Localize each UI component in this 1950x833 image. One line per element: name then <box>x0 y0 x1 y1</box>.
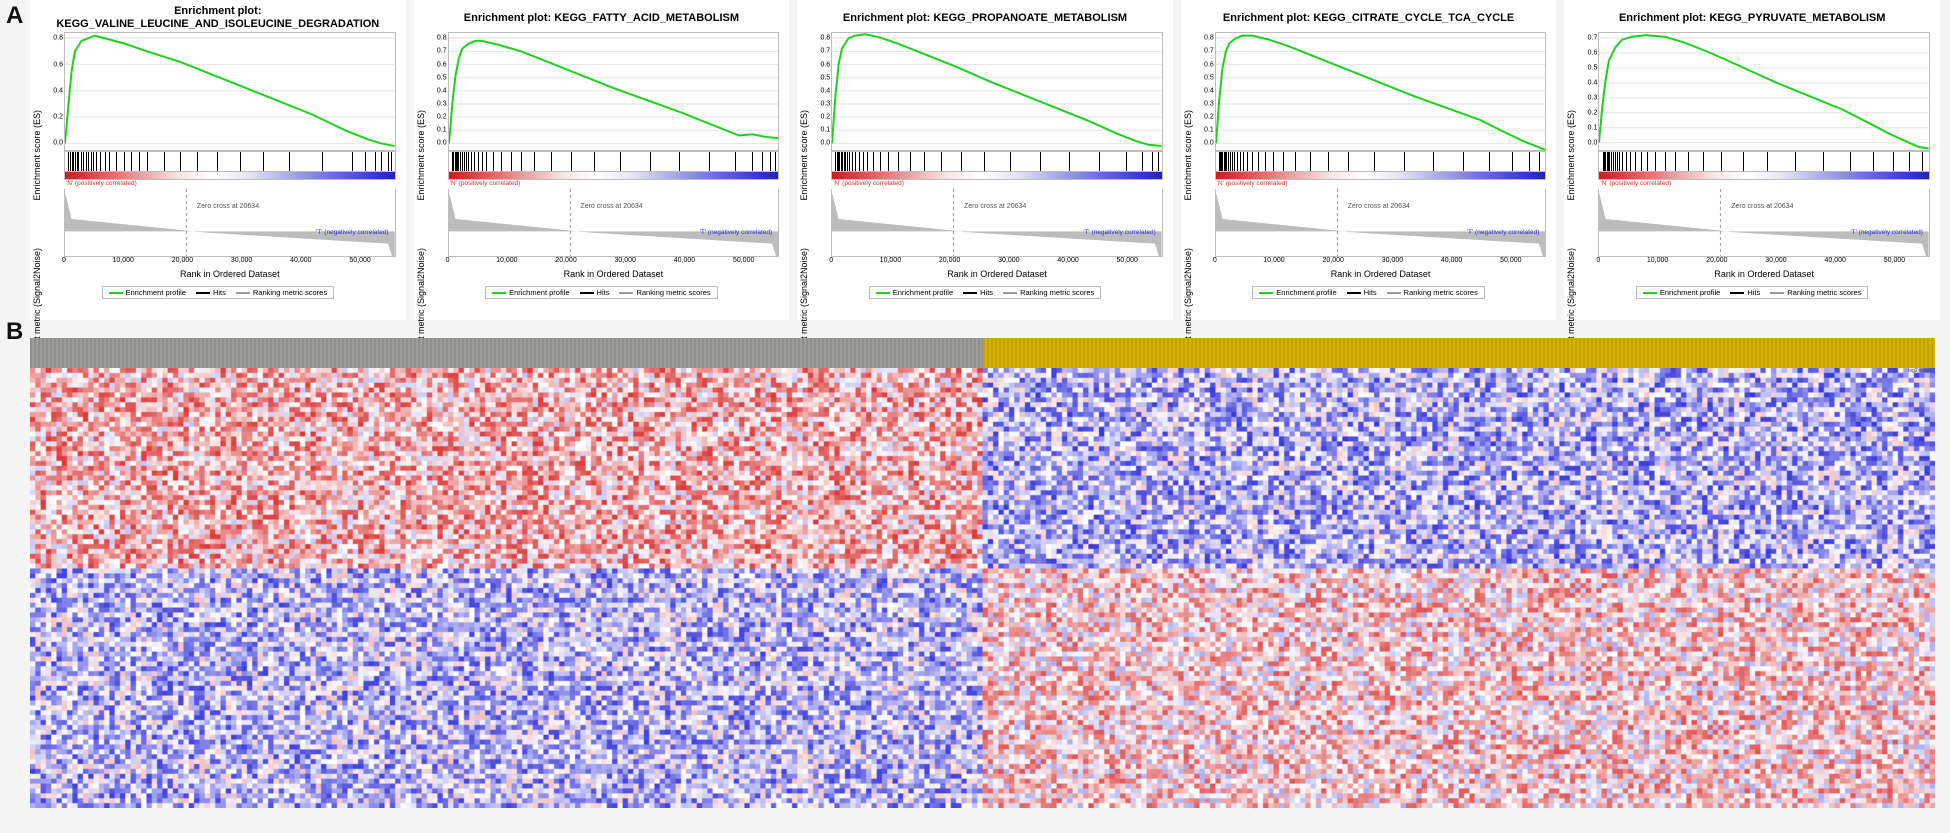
gsea-legend: Enrichment profileHitsRanking metric sco… <box>485 286 718 299</box>
es-ylabel: Enrichment score (ES) <box>32 110 42 201</box>
x-label: Rank in Ordered Dataset <box>831 269 1163 279</box>
x-label: Rank in Ordered Dataset <box>64 269 396 279</box>
gsea-stack: 0.00.10.20.30.40.50.60.70.8 'N' (positive… <box>448 32 780 282</box>
gsea-stack: 0.00.10.20.30.40.50.60.70.8 'N' (positive… <box>1215 32 1547 282</box>
gsea-title: Enrichment plot: KEGG_CITRATE_CYCLE_TCA_… <box>1187 4 1551 32</box>
x-ticks: 010,00020,00030,00040,00050,000 <box>1215 257 1547 269</box>
pos-corr-label: 'N' (positively correlated) <box>64 180 396 189</box>
x-ticks: 010,00020,00030,00040,00050,000 <box>1598 257 1930 269</box>
es-ylabel: Enrichment score (ES) <box>799 110 809 201</box>
neg-corr-label: 'T' (negatively correlated) <box>1465 229 1542 238</box>
pos-corr-label: 'N' (positively correlated) <box>831 180 1163 189</box>
x-ticks: 010,00020,00030,00040,00050,000 <box>64 257 396 269</box>
neg-corr-label: 'T' (negatively correlated) <box>1848 229 1925 238</box>
es-area: 0.00.20.40.60.8 <box>64 32 396 152</box>
x-label: Rank in Ordered Dataset <box>448 269 780 279</box>
es-ylabel: Enrichment score (ES) <box>1183 110 1193 201</box>
gsea-stack: 0.00.10.20.30.40.50.60.70.8 'N' (positive… <box>831 32 1163 282</box>
heatmap-canvas <box>30 368 1935 808</box>
es-area: 0.00.10.20.30.40.50.60.70.8 <box>831 32 1163 152</box>
x-ticks: 010,00020,00030,00040,00050,000 <box>448 257 780 269</box>
panel-b-label: B <box>6 318 23 346</box>
rank-area: Zero cross at 20634 'T' (negatively corre… <box>64 189 396 257</box>
neg-corr-label: 'T' (negatively correlated) <box>314 229 391 238</box>
gsea-title: Enrichment plot: KEGG_FATTY_ACID_METABOL… <box>420 4 784 32</box>
gsea-legend: Enrichment profileHitsRanking metric sco… <box>1252 286 1485 299</box>
zero-cross-label: Zero cross at 20634 <box>964 203 1026 210</box>
panel-a-gsea-row: Enrichment plot: KEGG_VALINE_LEUCINE_AND… <box>30 0 1940 320</box>
gsea-title: Enrichment plot: KEGG_VALINE_LEUCINE_AND… <box>36 4 400 32</box>
gsea-plot-0: Enrichment plot: KEGG_VALINE_LEUCINE_AND… <box>30 0 406 320</box>
colormap-bar <box>831 172 1163 180</box>
colormap-bar <box>64 172 396 180</box>
rank-area: Zero cross at 20634 'T' (negatively corre… <box>831 189 1163 257</box>
x-label: Rank in Ordered Dataset <box>1215 269 1547 279</box>
es-ylabel: Enrichment score (ES) <box>416 110 426 201</box>
gsea-title: Enrichment plot: KEGG_PROPANOATE_METABOL… <box>803 4 1167 32</box>
zero-cross-label: Zero cross at 20634 <box>1731 203 1793 210</box>
es-area: 0.00.10.20.30.40.50.60.7 <box>1598 32 1930 152</box>
x-label: Rank in Ordered Dataset <box>1598 269 1930 279</box>
gsea-plot-1: Enrichment plot: KEGG_FATTY_ACID_METABOL… <box>414 0 790 320</box>
hits-rug <box>1598 152 1930 172</box>
heatmap-legend-label: log2 value <box>1908 368 1931 374</box>
x-ticks: 010,00020,00030,00040,00050,000 <box>831 257 1163 269</box>
pos-corr-label: 'N' (positively correlated) <box>448 180 780 189</box>
pos-corr-label: 'N' (positively correlated) <box>1215 180 1547 189</box>
panel-a-label: A <box>6 2 23 30</box>
neg-corr-label: 'T' (negatively correlated) <box>698 229 775 238</box>
heatmap-group-right <box>983 338 1936 368</box>
gsea-legend: Enrichment profileHitsRanking metric sco… <box>102 286 335 299</box>
colormap-bar <box>448 172 780 180</box>
gsea-title: Enrichment plot: KEGG_PYRUVATE_METABOLIS… <box>1570 4 1934 32</box>
gsea-plot-4: Enrichment plot: KEGG_PYRUVATE_METABOLIS… <box>1564 0 1940 320</box>
hits-rug <box>831 152 1163 172</box>
es-ylabel: Enrichment score (ES) <box>1566 110 1576 201</box>
zero-cross-label: Zero cross at 20634 <box>197 203 259 210</box>
hits-rug <box>1215 152 1547 172</box>
rank-area: Zero cross at 20634 'T' (negatively corre… <box>1215 189 1547 257</box>
gsea-stack: 0.00.10.20.30.40.50.60.7 'N' (positively … <box>1598 32 1930 282</box>
pos-corr-label: 'N' (positively correlated) <box>1598 180 1930 189</box>
zero-cross-label: Zero cross at 20634 <box>1348 203 1410 210</box>
es-area: 0.00.10.20.30.40.50.60.70.8 <box>1215 32 1547 152</box>
gsea-plot-3: Enrichment plot: KEGG_CITRATE_CYCLE_TCA_… <box>1181 0 1557 320</box>
rank-area: Zero cross at 20634 'T' (negatively corre… <box>1598 189 1930 257</box>
gsea-legend: Enrichment profileHitsRanking metric sco… <box>869 286 1102 299</box>
es-area: 0.00.10.20.30.40.50.60.70.8 <box>448 32 780 152</box>
gsea-plot-2: Enrichment plot: KEGG_PROPANOATE_METABOL… <box>797 0 1173 320</box>
heatmap-column-annotation <box>30 338 1935 368</box>
colormap-bar <box>1598 172 1930 180</box>
neg-corr-label: 'T' (negatively correlated) <box>1081 229 1158 238</box>
panel-b-heatmap: log2 value <box>30 338 1935 828</box>
gsea-stack: 0.00.20.40.60.8 'N' (positively correlate… <box>64 32 396 282</box>
heatmap-group-left <box>30 338 983 368</box>
zero-cross-label: Zero cross at 20634 <box>580 203 642 210</box>
gsea-legend: Enrichment profileHitsRanking metric sco… <box>1636 286 1869 299</box>
colormap-bar <box>1215 172 1547 180</box>
rank-area: Zero cross at 20634 'T' (negatively corre… <box>448 189 780 257</box>
hits-rug <box>448 152 780 172</box>
hits-rug <box>64 152 396 172</box>
